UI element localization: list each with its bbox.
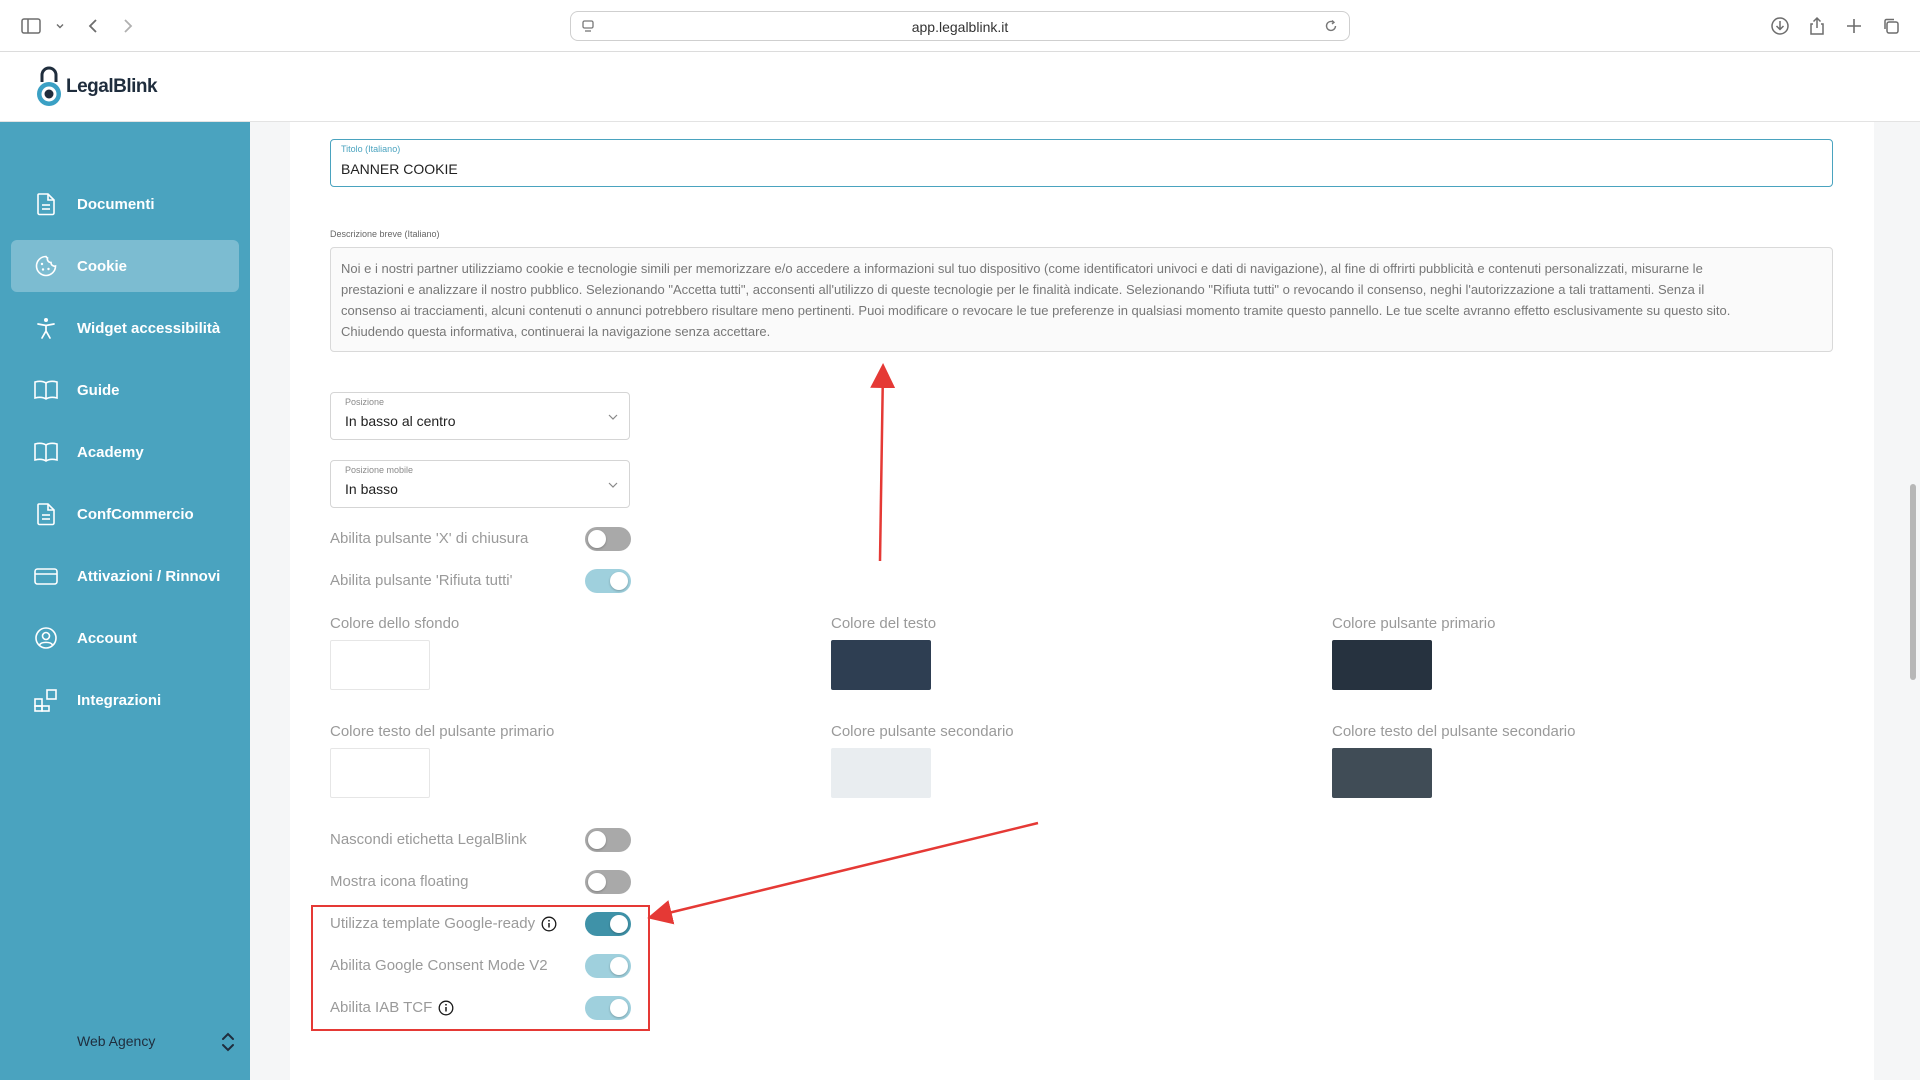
position-select-label: Posizione [345, 397, 385, 407]
position-mobile-select-value: In basso [345, 481, 398, 497]
sidebar-item-label: Account [77, 629, 137, 647]
sidebar-item-label: Attivazioni / Rinnovi [77, 567, 221, 585]
browser-toolbar: app.legalblink.it [0, 0, 1920, 52]
tab-overview-icon[interactable] [1878, 13, 1904, 39]
card-icon [33, 563, 59, 589]
text-color-swatch[interactable] [831, 640, 931, 690]
accessibility-icon [33, 315, 59, 341]
download-icon[interactable] [1767, 13, 1793, 39]
title-field-value: BANNER COOKIE [341, 161, 458, 177]
position-select-value: In basso al centro [345, 413, 456, 429]
primary-button-text-color-swatch[interactable] [330, 748, 430, 798]
sidebar-item-label: ConfCommercio [77, 505, 194, 523]
hide-legalblink-label-toggle-label: Nascondi etichetta LegalBlink [330, 831, 527, 848]
position-mobile-select[interactable]: Posizione mobile In basso [330, 460, 630, 508]
padlock-logo-icon [37, 66, 61, 106]
sidebar-item-widget-accessibilita[interactable]: Widget accessibilità [11, 302, 239, 354]
description-textarea[interactable]: Noi e i nostri partner utilizziamo cooki… [330, 247, 1833, 352]
sidebar-item-label: Cookie [77, 257, 128, 275]
secondary-button-text-color-label: Colore testo del pulsante secondario [1332, 723, 1576, 740]
sidebar-item-academy[interactable]: Academy [11, 426, 239, 478]
share-icon[interactable] [1804, 13, 1830, 39]
forward-icon[interactable] [115, 13, 141, 39]
sidebar-item-cookie[interactable]: Cookie [11, 240, 239, 292]
secondary-button-text-color-swatch[interactable] [1332, 748, 1432, 798]
close-button-toggle[interactable] [585, 527, 631, 551]
secondary-button-color-swatch[interactable] [831, 748, 931, 798]
reject-all-toggle[interactable] [585, 569, 631, 593]
sidebar-item-attivazioni-rinnovi[interactable]: Attivazioni / Rinnovi [11, 550, 239, 602]
sidebar: Documenti Cookie Widget accessibilità Gu… [0, 122, 250, 1080]
address-bar[interactable]: app.legalblink.it [570, 11, 1350, 41]
legalblink-logo[interactable]: LegalBlink [34, 64, 158, 110]
primary-button-color-swatch[interactable] [1332, 640, 1432, 690]
text-color-label: Colore del testo [831, 615, 937, 632]
secondary-button-color-label: Colore pulsante secondario [831, 723, 1014, 740]
logo-text: LegalBlink [66, 76, 158, 97]
app-header: LegalBlink [0, 52, 1920, 122]
sidebar-toggle-icon[interactable] [18, 13, 44, 39]
hide-legalblink-label-toggle[interactable] [585, 828, 631, 852]
reload-icon[interactable] [1323, 18, 1339, 34]
back-icon[interactable] [80, 13, 106, 39]
close-button-toggle-label: Abilita pulsante 'X' di chiusura [330, 530, 529, 547]
reject-all-toggle-label: Abilita pulsante 'Rifiuta tutti' [330, 572, 513, 589]
chevron-down-icon [607, 478, 619, 490]
description-line: Chiudendo questa informativa, continuera… [341, 324, 771, 339]
description-line: prestazioni e analizzare il nostro pubbl… [341, 282, 1705, 297]
chevron-up-down-icon [218, 1030, 238, 1054]
background-color-label: Colore dello sfondo [330, 615, 460, 632]
url-text: app.legalblink.it [911, 19, 1009, 35]
primary-button-text-color-label: Colore testo del pulsante primario [330, 723, 555, 740]
new-tab-icon[interactable] [1841, 13, 1867, 39]
sidebar-item-account[interactable]: Account [11, 612, 239, 664]
title-field[interactable]: Titolo (Italiano) BANNER COOKIE [330, 139, 1833, 187]
sidebar-item-documenti[interactable]: Documenti [11, 178, 239, 230]
book-icon [33, 377, 59, 403]
sidebar-item-label: Academy [77, 443, 144, 461]
document-icon [33, 501, 59, 527]
description-line: consenso ai tracciamenti, alcuni contenu… [341, 303, 1731, 318]
agency-switcher[interactable]: Web Agency [0, 1022, 250, 1062]
sidebar-item-label: Integrazioni [77, 691, 162, 709]
floating-icon-toggle[interactable] [585, 870, 631, 894]
sidebar-item-label: Widget accessibilità [77, 319, 221, 337]
sidebar-item-guide[interactable]: Guide [11, 364, 239, 416]
document-icon [33, 191, 59, 217]
position-select[interactable]: Posizione In basso al centro [330, 392, 630, 440]
description-line: Noi e i nostri partner utilizziamo cooki… [341, 261, 1703, 276]
sidebar-item-confcommercio[interactable]: ConfCommercio [11, 488, 239, 540]
background-color-swatch[interactable] [330, 640, 430, 690]
title-field-label: Titolo (Italiano) [341, 144, 401, 154]
description-label: Descrizione breve (Italiano) [330, 229, 440, 239]
user-circle-icon [33, 625, 59, 651]
annotation-highlight-box [311, 905, 650, 1031]
sidebar-item-label: Guide [77, 381, 120, 399]
book-icon [33, 439, 59, 465]
floating-icon-toggle-label: Mostra icona floating [330, 873, 469, 890]
integrations-icon [33, 687, 59, 713]
scrollbar[interactable] [1910, 484, 1916, 680]
cookie-icon [33, 253, 59, 279]
sidebar-item-label: Documenti [77, 195, 155, 213]
chevron-down-icon[interactable] [47, 13, 73, 39]
sidebar-item-integrazioni[interactable]: Integrazioni [11, 674, 239, 726]
position-mobile-select-label: Posizione mobile [345, 465, 414, 475]
chevron-down-icon [607, 410, 619, 422]
primary-button-color-label: Colore pulsante primario [1332, 615, 1496, 632]
agency-label: Web Agency [77, 1033, 156, 1049]
